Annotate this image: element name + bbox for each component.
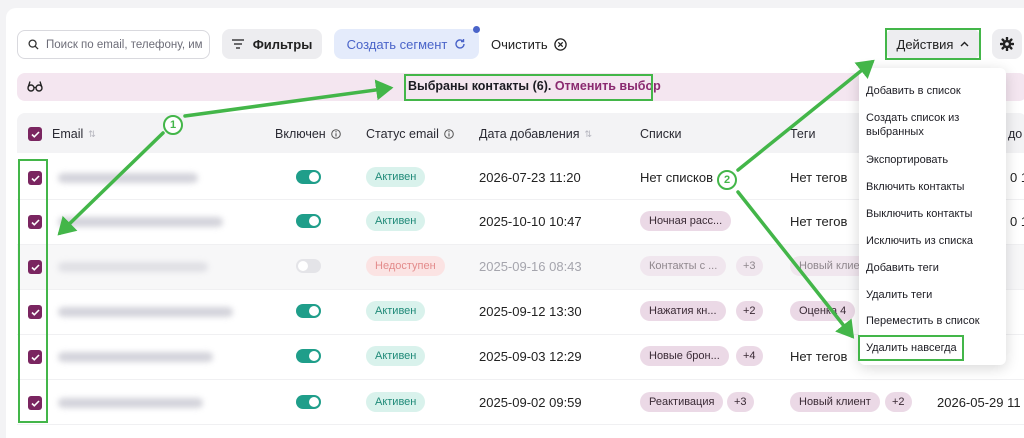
tag-chip[interactable]: Новый клие	[790, 256, 869, 276]
email-cell-blurred	[58, 217, 223, 227]
list-chip[interactable]: Реактивация	[640, 392, 724, 412]
list-chip[interactable]: Ночная расс...	[640, 211, 732, 231]
status-badge: Недоступен	[366, 256, 445, 276]
status-badge: Активен	[366, 346, 426, 366]
menu-item-add-tags[interactable]: Добавить теги	[866, 261, 996, 275]
annotation-box-delete	[858, 335, 964, 361]
column-tags-label: Теги	[790, 127, 816, 141]
menu-item-export[interactable]: Экспортировать	[866, 153, 996, 167]
info-icon	[444, 129, 454, 139]
list-more-chip[interactable]: +2	[736, 301, 763, 321]
date-added: 2025-09-12 13:30	[479, 304, 582, 319]
status-badge: Активен	[366, 301, 426, 321]
tag-more-chip[interactable]: +2	[885, 392, 912, 412]
enabled-toggle[interactable]	[296, 395, 321, 409]
list-chip[interactable]: Новые брон...	[640, 346, 729, 366]
tags-empty: Нет тегов	[790, 349, 848, 364]
column-extra[interactable]: до	[1008, 127, 1022, 141]
column-date-added-label: Дата добавления	[479, 127, 580, 141]
extra-cell: 0 19	[1010, 214, 1024, 229]
menu-item-remove-tags[interactable]: Удалить теги	[866, 288, 996, 302]
clear-label: Очистить	[491, 36, 548, 52]
list-chip[interactable]: Контакты с ...	[640, 256, 727, 276]
extra-cell: 0 15	[1010, 170, 1024, 185]
search-input[interactable]	[46, 38, 206, 51]
info-icon	[330, 129, 341, 139]
enabled-toggle[interactable]	[296, 170, 321, 184]
search-icon	[28, 39, 39, 50]
date-added: 2025-09-03 12:29	[479, 349, 582, 364]
enabled-toggle[interactable]	[296, 304, 321, 318]
sort-icon: ⇅	[584, 128, 593, 139]
settings-button[interactable]	[992, 29, 1022, 59]
lists-empty: Нет списков	[640, 170, 714, 185]
status-badge: Активен	[366, 167, 426, 187]
refresh-icon	[455, 39, 466, 49]
enabled-toggle[interactable]	[296, 349, 321, 363]
column-email-label: Email	[52, 127, 84, 141]
menu-item-add-to-list[interactable]: Добавить в список	[866, 84, 996, 98]
filter-icon	[231, 39, 244, 49]
status-badge: Активен	[366, 392, 426, 412]
column-extra-label: до	[1008, 127, 1023, 141]
tags-empty: Нет тегов	[790, 214, 848, 229]
sort-icon: ⇅	[88, 128, 96, 139]
menu-item-enable-contacts[interactable]: Включить контакты	[866, 180, 996, 194]
email-cell-blurred	[58, 307, 233, 317]
column-email-status[interactable]: Статус email	[366, 127, 454, 141]
date-added: 2025-10-10 10:47	[479, 214, 582, 229]
create-segment-button[interactable]: Создать сегмент	[334, 29, 479, 59]
tag-chip[interactable]: Оценка 4	[790, 301, 856, 321]
notification-dot	[473, 26, 480, 33]
filters-button[interactable]: Фильтры	[222, 29, 322, 59]
annotation-step-2: 2	[717, 170, 737, 190]
date-added: 2026-07-23 11:20	[479, 170, 581, 185]
search-box[interactable]	[17, 30, 210, 59]
create-segment-label: Создать сегмент	[346, 36, 448, 52]
gear-icon	[1000, 37, 1014, 51]
column-enabled[interactable]: Включен	[275, 127, 341, 141]
menu-item-exclude-from-list[interactable]: Исключить из списка	[866, 234, 996, 248]
date-added: 2025-09-16 08:43	[479, 259, 582, 274]
enabled-toggle[interactable]	[296, 259, 321, 273]
list-chip[interactable]: Нажатия кн...	[640, 301, 726, 321]
annotation-box-actions	[885, 28, 981, 60]
tag-chip[interactable]: Новый клиент	[790, 392, 880, 412]
column-email-status-label: Статус email	[366, 127, 439, 141]
column-email[interactable]: Email ⇅	[52, 127, 96, 141]
menu-item-disable-contacts[interactable]: Выключить контакты	[866, 207, 996, 221]
select-all-checkbox[interactable]	[28, 127, 42, 141]
column-enabled-label: Включен	[275, 127, 326, 141]
email-cell-blurred	[58, 173, 198, 183]
glasses-icon	[27, 81, 43, 92]
status-badge: Активен	[366, 211, 426, 231]
extra-cell: 2026-05-29 11	[937, 395, 1021, 410]
enabled-toggle[interactable]	[296, 214, 321, 228]
annotation-box-checkboxes	[18, 159, 48, 423]
clear-button[interactable]: Очистить	[491, 29, 567, 59]
list-more-chip[interactable]: +3	[727, 392, 754, 412]
email-cell-blurred	[58, 398, 203, 408]
annotation-step-1: 1	[163, 115, 183, 135]
filters-label: Фильтры	[252, 36, 313, 52]
menu-item-create-list-from-selected[interactable]: Создать список из выбранных	[866, 111, 996, 139]
list-more-chip[interactable]: +3	[736, 256, 763, 276]
tags-empty: Нет тегов	[790, 170, 848, 185]
menu-item-move-to-list[interactable]: Переместить в список	[866, 314, 996, 328]
date-added: 2025-09-02 09:59	[479, 395, 582, 410]
column-lists-label: Списки	[640, 127, 682, 141]
clear-circle-x-icon	[553, 37, 567, 51]
column-date-added[interactable]: Дата добавления ⇅	[479, 127, 592, 141]
email-cell-blurred	[58, 352, 213, 362]
column-tags[interactable]: Теги	[790, 127, 815, 141]
column-lists[interactable]: Списки	[640, 127, 681, 141]
email-cell-blurred	[58, 262, 208, 272]
annotation-box-selection-text	[404, 74, 653, 101]
list-more-chip[interactable]: +4	[736, 346, 763, 366]
